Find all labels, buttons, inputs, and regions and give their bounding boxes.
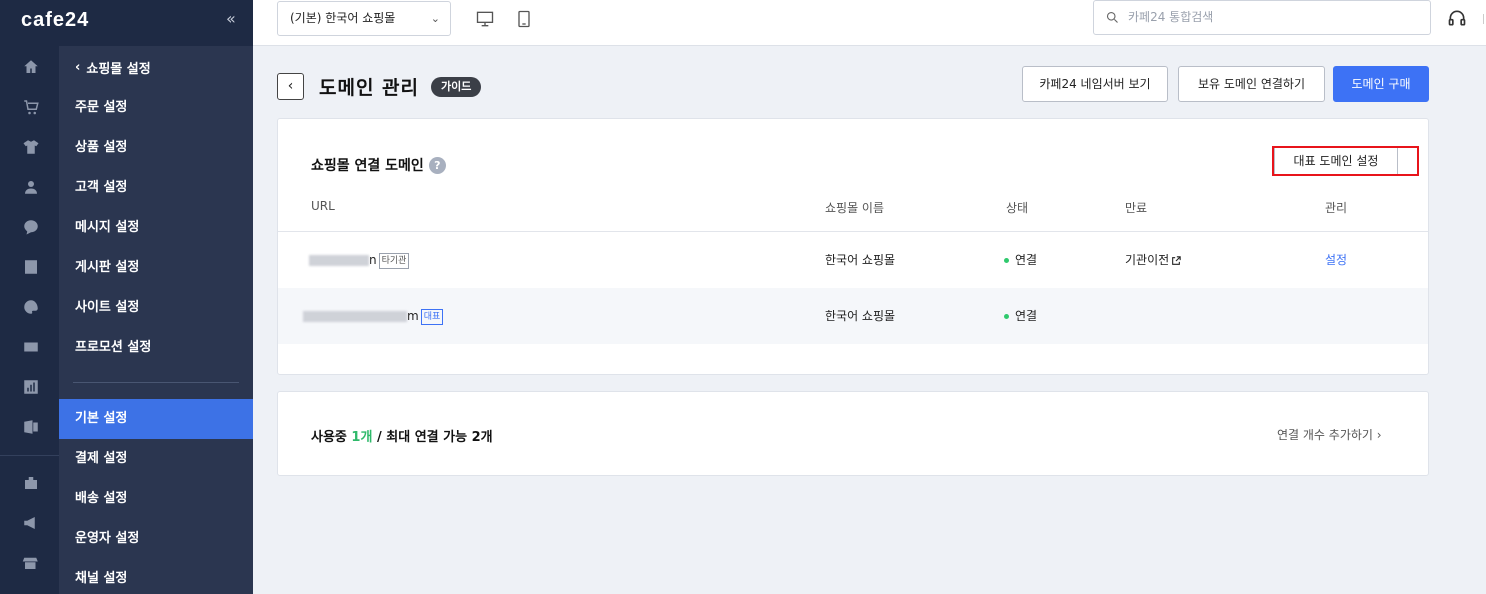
column-header-shop: 쇼핑몰 이름 bbox=[825, 201, 885, 215]
guide-badge[interactable]: 가이드 bbox=[431, 77, 482, 97]
topbar-divider bbox=[1483, 14, 1484, 24]
stats-icon[interactable] bbox=[22, 378, 40, 396]
status-dot bbox=[1004, 258, 1009, 263]
url-tail: n bbox=[369, 253, 377, 267]
home-icon[interactable] bbox=[22, 58, 40, 76]
sidebar-header: cafe24 « bbox=[0, 0, 253, 46]
help-icon[interactable]: ? bbox=[428, 156, 446, 174]
masked-url bbox=[303, 311, 407, 322]
submenu-item-product[interactable]: 상품 설정 bbox=[59, 128, 253, 168]
icon-rail bbox=[0, 46, 59, 594]
card-title: 쇼핑몰 연결 도메인 ? bbox=[311, 155, 446, 175]
submenu-item-payment[interactable]: 결제 설정 bbox=[59, 439, 253, 479]
collapse-sidebar-icon[interactable]: « bbox=[226, 9, 236, 28]
top-bar: (기본) 한국어 쇼핑몰 ⌄ 카페24 통합검색 bbox=[253, 0, 1486, 46]
buy-domain-button[interactable]: 도메인 구매 bbox=[1333, 66, 1429, 102]
mobile-view-icon[interactable] bbox=[514, 9, 534, 29]
domain-url: n 타기관 bbox=[309, 232, 410, 288]
chevron-right-icon: › bbox=[1376, 428, 1382, 442]
column-header-expire: 만료 bbox=[1125, 201, 1148, 215]
add-connection-label: 연결 개수 추가하기 bbox=[1277, 428, 1373, 442]
column-header-manage: 관리 bbox=[1325, 201, 1348, 215]
shop-name: 한국어 쇼핑몰 bbox=[825, 253, 896, 267]
domain-card: 쇼핑몰 연결 도메인 ? 대표 도메인 설정 URL 쇼핑몰 이름 상태 만료 … bbox=[277, 118, 1429, 375]
representative-domain-button[interactable]: 대표 도메인 설정 bbox=[1274, 146, 1398, 176]
domain-url: m 대표 bbox=[303, 288, 444, 344]
headset-icon[interactable] bbox=[1447, 8, 1467, 28]
status-badge: 연결 bbox=[1004, 288, 1037, 344]
submenu-item-customer[interactable]: 고객 설정 bbox=[59, 168, 253, 208]
submenu-item-operator[interactable]: 운영자 설정 bbox=[59, 519, 253, 559]
shop-select-value: (기본) 한국어 쇼핑몰 bbox=[290, 11, 396, 25]
submenu-item-message[interactable]: 메시지 설정 bbox=[59, 208, 253, 248]
submenu-item-site[interactable]: 사이트 설정 bbox=[59, 288, 253, 328]
palette-icon[interactable] bbox=[22, 298, 40, 316]
transfer-link-label: 기관이전 bbox=[1125, 253, 1170, 267]
shirt-icon[interactable] bbox=[22, 138, 40, 156]
back-button[interactable]: ‹ bbox=[277, 73, 304, 100]
domain-settings-link[interactable]: 설정 bbox=[1325, 232, 1347, 288]
cart-icon[interactable] bbox=[22, 98, 40, 116]
usage-suffix: / 최대 연결 가능 2개 bbox=[376, 430, 493, 445]
store-icon[interactable] bbox=[22, 474, 40, 492]
promo-icon[interactable] bbox=[22, 338, 40, 356]
submenu-item-basic[interactable]: 기본 설정 bbox=[59, 399, 253, 439]
connect-domain-button[interactable]: 보유 도메인 연결하기 bbox=[1178, 66, 1325, 102]
external-registrar-tag: 타기관 bbox=[378, 252, 410, 269]
status-badge: 연결 bbox=[1004, 232, 1037, 288]
submenu-back-link[interactable]: ‹ 쇼핑몰 설정 bbox=[75, 58, 151, 77]
external-link-icon bbox=[1172, 255, 1181, 265]
add-connection-link[interactable]: 연결 개수 추가하기 › bbox=[1277, 426, 1382, 443]
rail-divider bbox=[0, 455, 59, 456]
desktop-view-icon[interactable] bbox=[475, 9, 495, 29]
cafe24-logo[interactable]: cafe24 bbox=[21, 9, 89, 32]
status-dot bbox=[1004, 314, 1009, 319]
transfer-link[interactable]: 기관이전 bbox=[1125, 232, 1181, 288]
chevron-left-icon: ‹ bbox=[75, 60, 81, 75]
table-row: n 타기관 한국어 쇼핑몰 연결 기관이전 설정 bbox=[278, 232, 1428, 288]
masked-url bbox=[309, 255, 369, 266]
settings-submenu: ‹ 쇼핑몰 설정 주문 설정 상품 설정 고객 설정 메시지 설정 게시판 설정… bbox=[59, 46, 253, 594]
page-title: 도메인 관리 bbox=[319, 77, 420, 99]
representative-tag: 대표 bbox=[420, 308, 444, 325]
app-store-icon[interactable] bbox=[22, 554, 40, 572]
search-input[interactable]: 카페24 통합검색 bbox=[1093, 0, 1431, 35]
board-icon[interactable] bbox=[22, 258, 40, 276]
usage-summary: 사용중 1개 / 최대 연결 가능 2개 bbox=[311, 426, 493, 445]
table-row: m 대표 한국어 쇼핑몰 연결 bbox=[278, 288, 1428, 344]
submenu-item-board[interactable]: 게시판 설정 bbox=[59, 248, 253, 288]
search-icon bbox=[1106, 11, 1118, 23]
chevron-down-icon: ⌄ bbox=[430, 12, 440, 25]
usage-count: 1개 bbox=[351, 430, 373, 445]
user-icon[interactable] bbox=[22, 178, 40, 196]
submenu-back-label: 쇼핑몰 설정 bbox=[86, 62, 151, 77]
search-placeholder: 카페24 통합검색 bbox=[1128, 10, 1214, 24]
usage-prefix: 사용중 bbox=[311, 430, 347, 445]
usage-card: 사용중 1개 / 최대 연결 가능 2개 연결 개수 추가하기 › bbox=[277, 391, 1429, 476]
excel-icon[interactable] bbox=[22, 418, 40, 436]
submenu-item-shipping[interactable]: 배송 설정 bbox=[59, 479, 253, 519]
submenu-item-order[interactable]: 주문 설정 bbox=[59, 88, 253, 128]
submenu-item-channel[interactable]: 채널 설정 bbox=[59, 559, 253, 594]
status-text: 연결 bbox=[1015, 253, 1038, 267]
status-text: 연결 bbox=[1015, 309, 1038, 323]
column-header-url: URL bbox=[311, 199, 335, 213]
column-header-status: 상태 bbox=[1006, 201, 1029, 215]
nameserver-button[interactable]: 카페24 네임서버 보기 bbox=[1022, 66, 1168, 102]
shop-name: 한국어 쇼핑몰 bbox=[825, 309, 896, 323]
url-tail: m bbox=[407, 309, 419, 323]
shop-select[interactable]: (기본) 한국어 쇼핑몰 ⌄ bbox=[277, 1, 451, 36]
chat-icon[interactable] bbox=[22, 218, 40, 236]
submenu-item-promotion[interactable]: 프로모션 설정 bbox=[59, 328, 253, 368]
domain-section-title: 쇼핑몰 연결 도메인 bbox=[311, 158, 424, 174]
submenu-divider bbox=[73, 382, 239, 383]
megaphone-icon[interactable] bbox=[22, 514, 40, 532]
